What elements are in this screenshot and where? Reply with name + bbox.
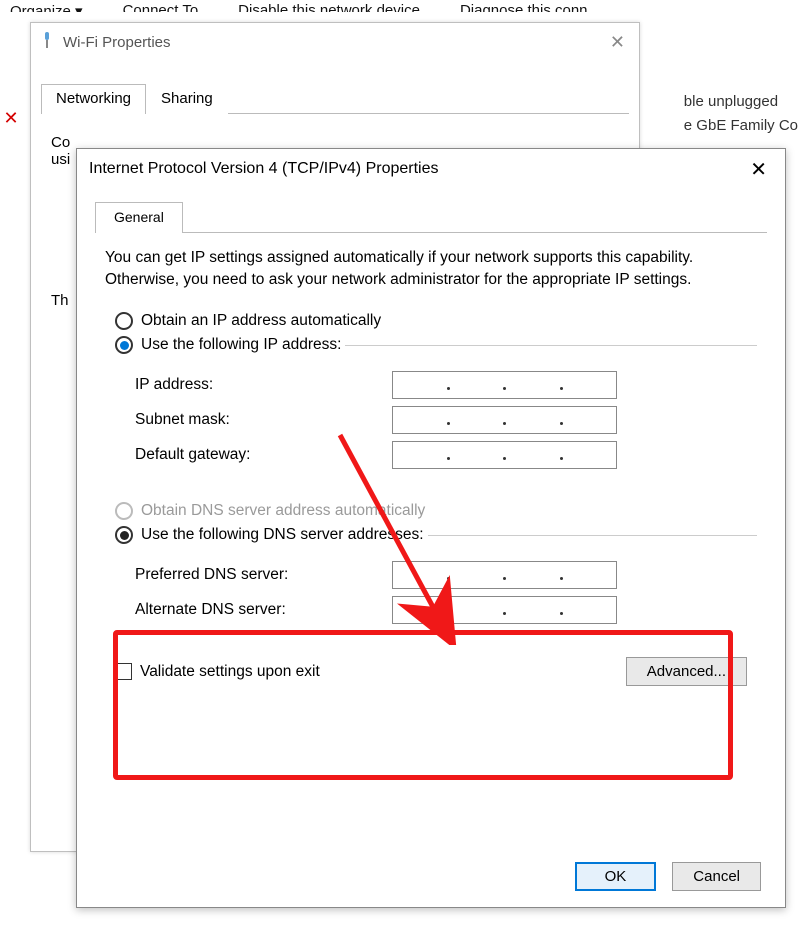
ipv4-title-text: Internet Protocol Version 4 (TCP/IPv4) P… [89,160,438,178]
radio-icon [115,312,133,330]
ok-button[interactable]: OK [575,862,657,891]
advanced-button[interactable]: Advanced... [626,657,747,686]
ip-address-group: Use the following IP address: IP address… [115,336,757,484]
checkbox-icon [115,663,132,680]
default-gateway-label: Default gateway: [135,446,380,464]
cancel-button[interactable]: Cancel [672,862,761,891]
ipv4-footer: OK Cancel [575,862,761,891]
preferred-dns-label: Preferred DNS server: [135,566,380,584]
alternate-dns-label: Alternate DNS server: [135,601,380,619]
ipv4-titlebar: Internet Protocol Version 4 (TCP/IPv4) P… [77,149,785,189]
radio-obtain-ip[interactable]: Obtain an IP address automatically [115,312,757,330]
radio-obtain-dns: Obtain DNS server address automatically [115,502,757,520]
alternate-dns-input[interactable] [392,596,617,624]
left-strip-icon: ✕ [0,108,22,130]
wifi-title-text: Wi-Fi Properties [63,34,171,51]
ipv4-tabs: General [95,201,767,233]
background-adapter-text: ble unplugged e GbE Family Co [684,90,798,138]
ipv4-help-text: You can get IP settings assigned automat… [105,247,757,290]
radio-obtain-ip-label: Obtain an IP address automatically [141,312,381,330]
radio-use-dns[interactable]: Use the following DNS server addresses: [115,526,428,544]
default-gateway-input[interactable] [392,441,617,469]
tab-networking[interactable]: Networking [41,84,146,114]
tab-sharing[interactable]: Sharing [146,84,228,114]
dns-group: Use the following DNS server addresses: … [115,526,757,639]
wifi-tabs: Networking Sharing [41,83,629,114]
radio-obtain-dns-label: Obtain DNS server address automatically [141,502,425,520]
subnet-mask-label: Subnet mask: [135,411,380,429]
radio-icon [115,526,133,544]
ipv4-close-button[interactable]: ✕ [744,155,773,184]
radio-use-dns-label: Use the following DNS server addresses: [141,526,424,544]
wifi-titlebar: Wi-Fi Properties ✕ [31,23,639,61]
ipv4-properties-dialog: Internet Protocol Version 4 (TCP/IPv4) P… [76,148,786,908]
radio-use-ip[interactable]: Use the following IP address: [115,336,345,354]
ip-address-input[interactable] [392,371,617,399]
radio-icon [115,502,133,520]
subnet-mask-input[interactable] [392,406,617,434]
ip-address-label: IP address: [135,376,380,394]
tab-general[interactable]: General [95,202,183,233]
preferred-dns-input[interactable] [392,561,617,589]
validate-label: Validate settings upon exit [140,663,320,681]
wifi-close-button[interactable]: ✕ [604,32,631,53]
radio-icon [115,336,133,354]
validate-checkbox-row[interactable]: Validate settings upon exit [115,663,320,681]
wifi-icon [39,30,55,54]
radio-use-ip-label: Use the following IP address: [141,336,341,354]
